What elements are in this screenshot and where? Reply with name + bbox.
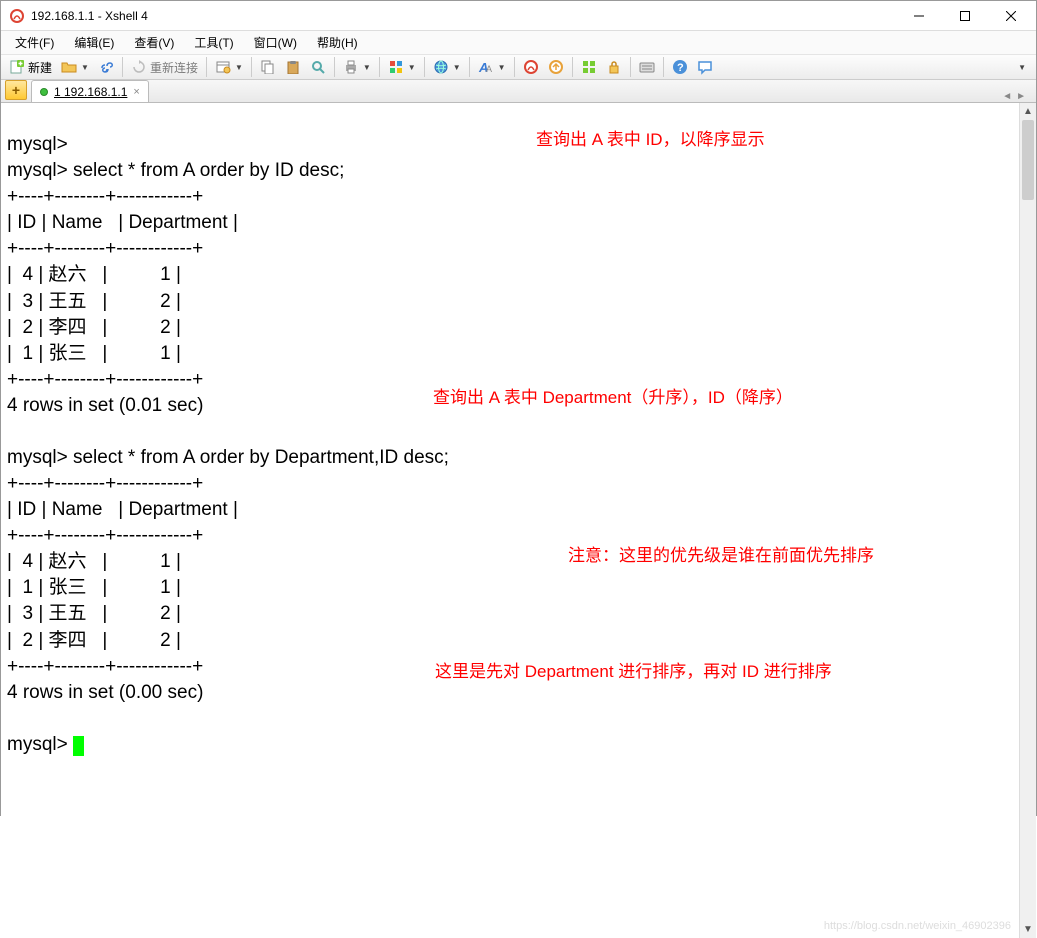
maximize-button[interactable] <box>942 1 988 31</box>
chevron-down-icon: ▼ <box>498 63 506 72</box>
tab-label: 1 192.168.1.1 <box>54 85 127 99</box>
menu-tools[interactable]: 工具(T) <box>184 31 243 54</box>
annotation: 查询出 A 表中 ID，以降序显示 <box>536 129 765 151</box>
font-button[interactable]: AA▼ <box>474 55 510 79</box>
terminal-line: +----+--------+------------+ <box>7 186 203 207</box>
add-tab-button[interactable]: + <box>5 80 27 100</box>
xftp-icon-button[interactable] <box>544 55 568 79</box>
tile-button[interactable] <box>577 55 601 79</box>
menu-help[interactable]: 帮助(H) <box>307 31 368 54</box>
terminal-line: +----+--------+------------+ <box>7 238 203 259</box>
menu-edit[interactable]: 编辑(E) <box>64 31 124 54</box>
annotation: 查询出 A 表中 Department（升序），ID（降序） <box>433 387 793 409</box>
titlebar: 192.168.1.1 - Xshell 4 <box>1 1 1036 31</box>
feedback-button[interactable] <box>693 55 717 79</box>
chevron-down-icon: ▼ <box>81 63 89 72</box>
cursor <box>73 736 84 756</box>
terminal-line: +----+--------+------------+ <box>7 473 203 494</box>
separator <box>514 57 515 77</box>
separator <box>122 57 123 77</box>
terminal-line: | 4 | 赵六 | 1 | <box>7 551 181 572</box>
print-button[interactable]: ▼ <box>339 55 375 79</box>
watermark: https://blog.csdn.net/weixin_46902396 <box>824 919 1011 934</box>
close-button[interactable] <box>988 1 1034 31</box>
terminal-line: mysql> select * from A order by Departme… <box>7 447 449 468</box>
terminal-container: mysql> mysql> select * from A order by I… <box>1 103 1036 938</box>
chevron-down-icon: ▼ <box>408 63 416 72</box>
terminal-line: mysql> <box>7 134 68 155</box>
terminal-line: | 3 | 王五 | 2 | <box>7 291 181 312</box>
terminal-line: | 2 | 李四 | 2 | <box>7 317 181 338</box>
open-button[interactable]: ▼ <box>57 55 93 79</box>
separator <box>251 57 252 77</box>
terminal-line: mysql> select * from A order by ID desc; <box>7 160 344 181</box>
scroll-up-button[interactable]: ▲ <box>1020 103 1036 120</box>
terminal-line: +----+--------+------------+ <box>7 369 203 390</box>
terminal-line: +----+--------+------------+ <box>7 525 203 546</box>
separator <box>663 57 664 77</box>
scroll-down-button[interactable]: ▼ <box>1020 921 1036 938</box>
terminal-line: | 3 | 王五 | 2 | <box>7 603 181 624</box>
reconnect-button[interactable]: 重新连接 <box>127 55 202 79</box>
separator <box>630 57 631 77</box>
separator <box>334 57 335 77</box>
annotation: 注意：这里的优先级是谁在前面优先排序 <box>568 545 874 567</box>
terminal-line: | 2 | 李四 | 2 | <box>7 630 181 651</box>
link-button[interactable] <box>94 55 118 79</box>
new-button[interactable]: 新建 <box>5 55 56 79</box>
scroll-thumb[interactable] <box>1022 120 1034 200</box>
chevron-down-icon: ▼ <box>363 63 371 72</box>
chevron-down-icon: ▼ <box>235 63 243 72</box>
minimize-button[interactable] <box>896 1 942 31</box>
find-button[interactable] <box>306 55 330 79</box>
copy-button[interactable] <box>256 55 280 79</box>
keyboard-button[interactable] <box>635 55 659 79</box>
terminal-line: | 1 | 张三 | 1 | <box>7 343 181 364</box>
terminal-line: 4 rows in set (0.00 sec) <box>7 682 203 703</box>
terminal-line: | 4 | 赵六 | 1 | <box>7 264 181 285</box>
menubar: 文件(F) 编辑(E) 查看(V) 工具(T) 窗口(W) 帮助(H) <box>1 31 1036 55</box>
window-title: 192.168.1.1 - Xshell 4 <box>31 9 896 23</box>
properties-button[interactable]: ▼ <box>211 55 247 79</box>
paste-button[interactable] <box>281 55 305 79</box>
tabbar: + 1 192.168.1.1 × ◄ ► <box>1 80 1036 103</box>
status-dot-icon <box>40 88 48 96</box>
new-label: 新建 <box>28 59 52 76</box>
svg-text:?: ? <box>677 62 684 74</box>
chevron-down-icon: ▼ <box>453 63 461 72</box>
separator <box>379 57 380 77</box>
menu-window[interactable]: 窗口(W) <box>244 31 307 54</box>
annotation: 这里是先对 Department 进行排序，再对 ID 进行排序 <box>435 661 832 683</box>
toolbar-overflow[interactable]: ▼ <box>1018 63 1032 72</box>
app-icon <box>9 8 25 24</box>
menu-file[interactable]: 文件(F) <box>5 31 64 54</box>
toolbar: 新建 ▼ 重新连接 ▼ ▼ ▼ ▼ AA▼ ? ▼ <box>1 55 1036 80</box>
menu-view[interactable]: 查看(V) <box>124 31 184 54</box>
tab-close-button[interactable]: × <box>133 86 139 98</box>
tab-next-button[interactable]: ► <box>1016 91 1026 102</box>
globe-button[interactable]: ▼ <box>429 55 465 79</box>
separator <box>572 57 573 77</box>
tab-nav: ◄ ► <box>1002 91 1032 102</box>
color-button[interactable]: ▼ <box>384 55 420 79</box>
terminal-line: +----+--------+------------+ <box>7 656 203 677</box>
lock-button[interactable] <box>602 55 626 79</box>
terminal-prompt: mysql> <box>7 734 73 755</box>
separator <box>206 57 207 77</box>
terminal-line: | ID | Name | Department | <box>7 499 238 520</box>
svg-text:A: A <box>486 64 492 74</box>
separator <box>469 57 470 77</box>
scrollbar[interactable]: ▲ ▼ <box>1019 103 1036 938</box>
xshell-icon-button[interactable] <box>519 55 543 79</box>
reconnect-label: 重新连接 <box>150 59 198 76</box>
terminal-line: | ID | Name | Department | <box>7 212 238 233</box>
terminal-line: | 1 | 张三 | 1 | <box>7 577 181 598</box>
terminal-line: 4 rows in set (0.01 sec) <box>7 395 203 416</box>
help-button[interactable]: ? <box>668 55 692 79</box>
tab-prev-button[interactable]: ◄ <box>1002 91 1012 102</box>
terminal[interactable]: mysql> mysql> select * from A order by I… <box>1 103 1019 938</box>
session-tab[interactable]: 1 192.168.1.1 × <box>31 80 149 102</box>
separator <box>424 57 425 77</box>
